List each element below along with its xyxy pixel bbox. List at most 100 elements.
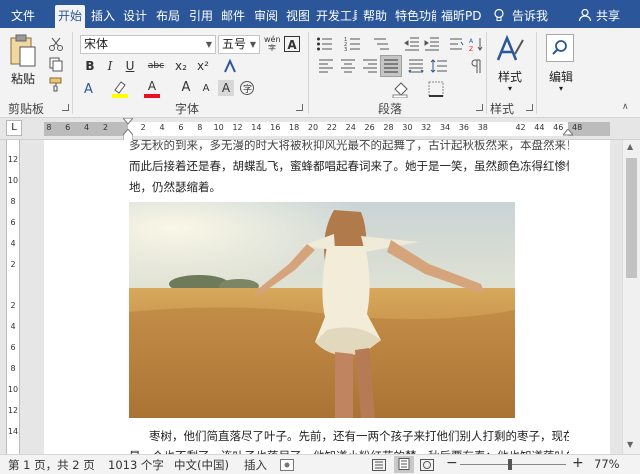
shading-bucket-icon[interactable]	[392, 80, 410, 98]
bold-button[interactable]: B	[82, 58, 98, 74]
horizontal-ruler[interactable]: 8 6 4 2 2 4 6 8 10 12 14 16 18 20 22 24 26 28 30 32 34 36 38 42…	[44, 118, 610, 141]
separator	[536, 32, 537, 114]
styles-launcher-icon[interactable]	[526, 104, 533, 111]
font-size-combo[interactable]: 五号 ▼	[218, 35, 260, 54]
tab-selector-icon[interactable]: L	[6, 120, 22, 136]
language-indicator[interactable]: 中文(中国)	[174, 457, 229, 473]
show-marks-icon[interactable]	[468, 58, 484, 74]
font-color-letter: A	[147, 79, 157, 93]
tab-review[interactable]: 审阅	[251, 5, 281, 28]
clipboard-launcher-icon[interactable]	[62, 104, 69, 111]
tab-references[interactable]: 引用	[186, 5, 216, 28]
scroll-thumb[interactable]	[626, 158, 637, 278]
vruler-tick-label: 6	[10, 343, 16, 353]
word-count[interactable]: 1013 个字	[108, 457, 164, 473]
tab-layout[interactable]: 布局	[153, 5, 183, 28]
tab-mailings[interactable]: 邮件	[218, 5, 248, 28]
tell-me-search[interactable]: 告诉我	[492, 5, 548, 27]
document-page[interactable]: 多无秋的到来，多无漫的时大将被秋抑风光最不的起舞了，古计起秋板然来，本盘然来！ …	[44, 140, 610, 454]
align-right-icon[interactable]	[362, 58, 378, 74]
tab-file[interactable]: 文件	[8, 5, 38, 28]
borders-icon[interactable]	[428, 81, 444, 97]
focus-mode-icon[interactable]	[372, 459, 386, 471]
vruler-tick-label: 2	[10, 259, 16, 269]
tab-insert[interactable]: 插入	[88, 5, 118, 28]
ruler-tick-label: 2	[140, 123, 146, 132]
girl-in-wheat-field-photo[interactable]	[129, 202, 515, 418]
align-left-icon[interactable]	[318, 58, 334, 74]
insert-mode[interactable]: 插入	[244, 457, 267, 473]
tab-developer[interactable]: 开发工具	[313, 5, 357, 28]
print-layout-view-button[interactable]	[394, 456, 414, 473]
justify-button[interactable]	[380, 55, 402, 77]
ruler-tick-label: 38	[477, 123, 488, 132]
page-count[interactable]: 第 1 页，共 2 页	[8, 457, 95, 473]
paragraph-launcher-icon[interactable]	[476, 104, 483, 111]
paste-button[interactable]: 粘贴	[6, 34, 40, 90]
share-button[interactable]: 共享	[578, 5, 620, 27]
zoom-in-button[interactable]: +	[572, 455, 584, 471]
editing-button[interactable]: 编辑 ▾	[542, 34, 580, 96]
print-layout-icon	[398, 458, 410, 470]
chevron-down-icon: ▾	[507, 84, 512, 93]
chevron-down-icon: ▼	[205, 40, 212, 49]
cut-icon[interactable]	[48, 36, 64, 52]
tab-foxit-pdf[interactable]: 福昕PD	[438, 5, 482, 28]
vruler-tick-label: 12	[7, 154, 19, 164]
shrink-font-button[interactable]: A	[198, 81, 214, 97]
tab-special[interactable]: 特色功能	[392, 5, 436, 28]
svg-text:Z: Z	[469, 46, 473, 52]
zoom-level[interactable]: 77%	[594, 457, 620, 471]
numbering-icon[interactable]: 123	[344, 36, 364, 52]
italic-button[interactable]: I	[102, 58, 118, 74]
web-layout-icon[interactable]	[420, 459, 434, 471]
subscript-button[interactable]: x₂	[172, 58, 190, 74]
macro-record-icon[interactable]	[280, 459, 294, 471]
format-painter-icon[interactable]	[48, 76, 64, 92]
grow-font-button[interactable]: A	[178, 80, 194, 96]
superscript-button[interactable]: x²	[194, 58, 212, 74]
sort-icon[interactable]: AZ	[468, 36, 484, 52]
align-center-icon[interactable]	[340, 58, 356, 74]
tab-help[interactable]: 帮助	[360, 5, 390, 28]
ruler-tick-label: 4	[159, 123, 165, 132]
multilevel-list-icon[interactable]	[372, 36, 392, 52]
chinese-layout-icon[interactable]	[448, 36, 464, 52]
ribbon-home: 粘贴 剪贴板 宋体 ▼ 五号 ▼ wén 字 A B I U abc x₂ x² A …	[0, 28, 640, 118]
styles-gallery-button[interactable]: 样式 ▾	[492, 34, 528, 96]
vertical-scrollbar[interactable]: ▲ ▼	[622, 140, 640, 454]
font-launcher-icon[interactable]	[296, 104, 303, 111]
increase-indent-icon[interactable]	[424, 36, 440, 52]
scroll-down-icon[interactable]: ▼	[627, 440, 633, 449]
distributed-icon[interactable]	[408, 58, 424, 74]
enclose-char-button[interactable]: 字	[238, 80, 256, 96]
zoom-slider-thumb[interactable]	[508, 459, 512, 470]
highlight-color-button[interactable]	[112, 80, 136, 98]
text-effects-glow-icon[interactable]: A	[82, 80, 100, 98]
zoom-slider[interactable]	[460, 459, 566, 470]
tab-design[interactable]: 设计	[120, 5, 150, 28]
vruler-tick-label: 10	[7, 175, 19, 185]
ruler-tick-label: 10	[213, 123, 224, 132]
tab-home[interactable]: 开始	[55, 5, 86, 28]
decrease-indent-icon[interactable]	[404, 36, 420, 52]
lightbulb-icon	[494, 8, 504, 21]
font-color-button[interactable]: A	[144, 79, 168, 98]
bullets-icon[interactable]	[316, 36, 336, 52]
collapse-ribbon-icon[interactable]: ∧	[622, 102, 629, 112]
font-name-combo[interactable]: 宋体 ▼	[80, 35, 216, 54]
strikethrough-button[interactable]: abc	[146, 58, 166, 74]
styles-button-label: 样式	[497, 70, 522, 84]
tab-view[interactable]: 视图	[283, 5, 313, 28]
underline-button[interactable]: U	[122, 58, 138, 74]
text-effects-icon[interactable]	[222, 58, 238, 74]
zoom-out-button[interactable]: −	[446, 455, 458, 471]
char-border-button[interactable]: A	[284, 36, 300, 52]
line-spacing-icon[interactable]	[430, 58, 448, 74]
char-shading-button[interactable]: A	[218, 80, 234, 96]
right-indent-marker-icon[interactable]	[563, 129, 573, 137]
phonetic-guide-button[interactable]: wén 字	[264, 35, 280, 51]
scroll-up-icon[interactable]: ▲	[627, 142, 633, 151]
copy-icon[interactable]	[48, 56, 64, 72]
first-line-indent-marker-icon[interactable]	[123, 118, 133, 126]
